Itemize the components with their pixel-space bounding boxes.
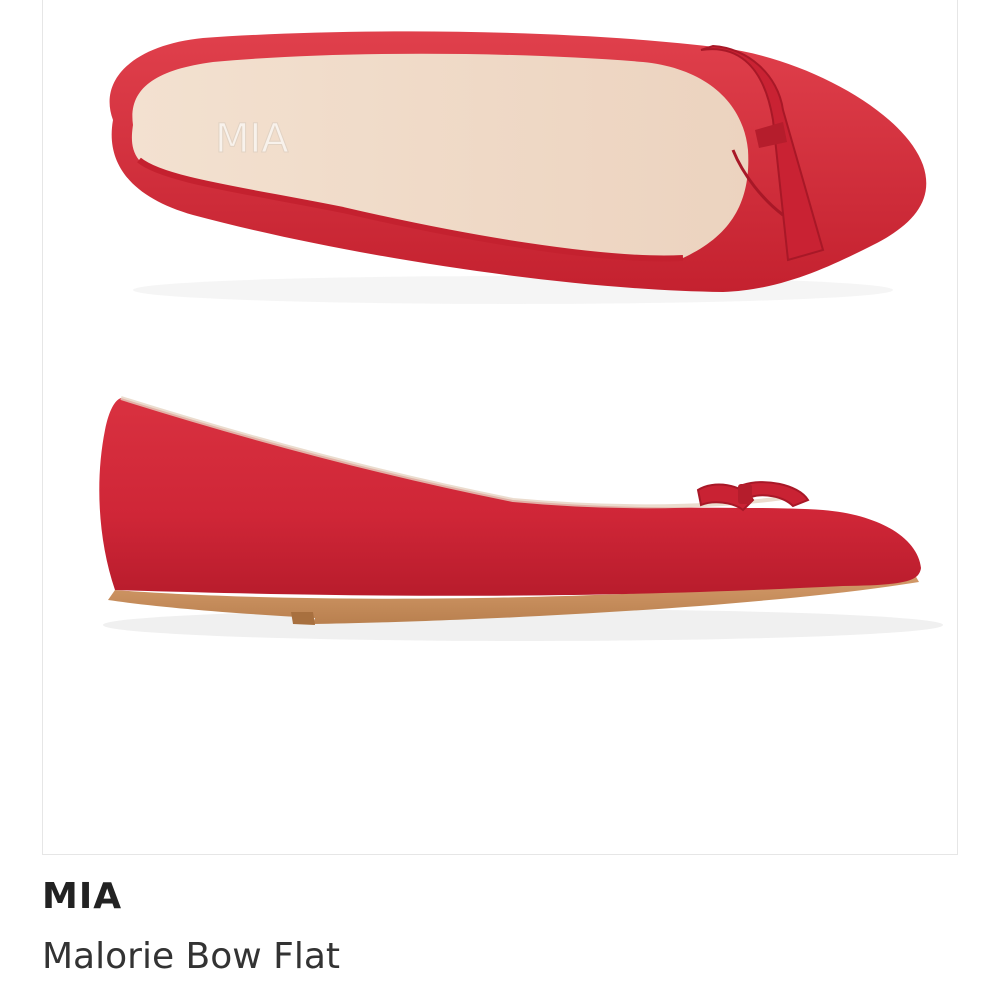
product-image-frame[interactable]: MIA (42, 0, 958, 855)
product-image: MIA (99, 31, 943, 641)
insole-logo: MIA (215, 116, 289, 162)
shoe-top-view: MIA (109, 31, 927, 304)
product-title[interactable]: Malorie Bow Flat (42, 936, 340, 977)
brand-name[interactable]: MIA (42, 876, 122, 917)
shoe-side-view (99, 396, 943, 641)
product-card[interactable]: MIA MIA Malorie Bow Flat (0, 0, 1000, 1000)
